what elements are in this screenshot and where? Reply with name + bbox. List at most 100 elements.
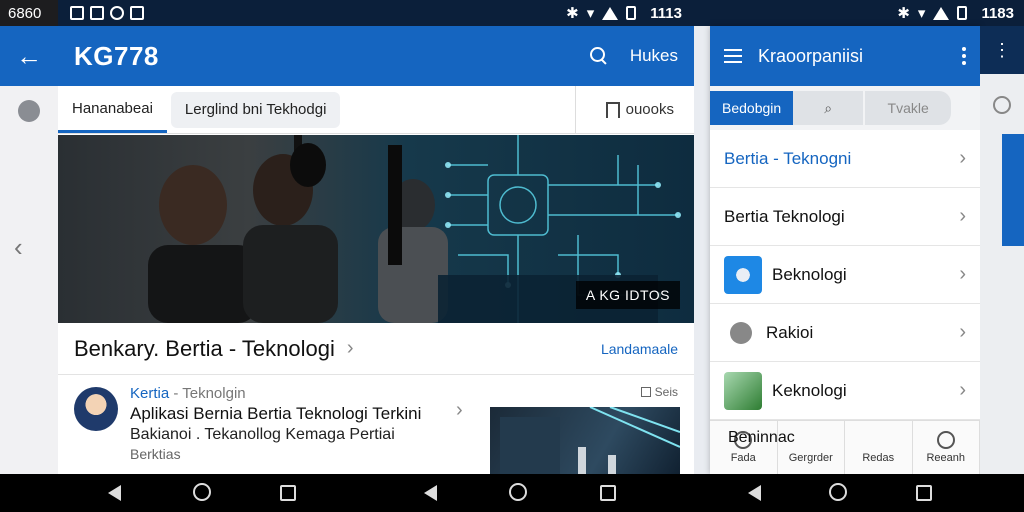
status-time: 1113 xyxy=(650,4,682,22)
screen: 6860 ✱ ▾ 1113 ✱ ▾ 1183 ← ‹ KG778 Hukes H… xyxy=(0,0,1024,512)
arrow-left-icon: ← xyxy=(16,40,42,71)
tab-hananabeai[interactable]: Hananabeai xyxy=(58,86,167,133)
article-subtitle: Bakianoi . Tekanollog Kemaga Pertiai xyxy=(130,426,395,444)
chevron-right-icon: › xyxy=(959,379,966,401)
chevron-right-icon: › xyxy=(456,399,463,421)
nav-recents-icon[interactable] xyxy=(600,485,616,501)
app-bar-action-button[interactable]: Hukes xyxy=(630,46,678,66)
nav-icon xyxy=(936,431,955,449)
nav-back-icon[interactable] xyxy=(748,485,761,501)
right-title: Kraoorpaniisi xyxy=(758,45,864,66)
app-bar-actions: Hukes xyxy=(589,46,678,66)
chevron-right-icon: › xyxy=(959,321,966,343)
search-icon[interactable] xyxy=(589,47,608,65)
status-bar-main: ✱ ▾ 1113 xyxy=(58,0,694,26)
avatar[interactable] xyxy=(18,100,40,122)
nav-recents-icon[interactable] xyxy=(916,485,932,501)
bottom-nav-label: Fada xyxy=(730,452,756,464)
wifi-icon: ▾ xyxy=(586,5,595,22)
status-time-right: 1183 xyxy=(981,4,1014,22)
edge-card xyxy=(1002,134,1024,246)
far-right-pane: ⋮ xyxy=(980,26,1024,474)
app-thumbnail xyxy=(724,255,762,294)
status-left-label: 6860 xyxy=(8,4,42,22)
list-item[interactable]: Rakioi › xyxy=(710,304,980,362)
article-body: Kertia - Teknolgin Aplikasi Bernia Berti… xyxy=(130,385,460,465)
list-item[interactable]: Bertia Teknologi › xyxy=(710,188,980,246)
bottom-nav-label: Gergrder xyxy=(788,452,833,464)
nav-recents-icon[interactable] xyxy=(280,485,296,501)
nav-home-icon[interactable] xyxy=(509,483,527,501)
article-meta: Seis xyxy=(640,385,678,399)
tab-lerglind[interactable]: Lerglind bni Tekhodgi xyxy=(170,91,341,128)
article-meta-label: Seis xyxy=(654,385,678,399)
battery-icon xyxy=(957,6,968,20)
list-item-label: Keknologi xyxy=(772,380,847,400)
list-item-label: Beknologi xyxy=(772,264,847,284)
tab-bar: Hananabeai Lerglind bni Tekhodgi ouooks xyxy=(58,86,694,134)
notification-icon xyxy=(130,6,144,20)
status-indicators-right: ✱ ▾ 1183 xyxy=(897,4,1014,23)
section-link[interactable]: Landamaale xyxy=(601,341,678,357)
signal-icon xyxy=(602,6,619,20)
status-bar-right: ✱ ▾ 1183 xyxy=(694,0,1024,26)
notification-icon xyxy=(70,6,84,20)
bottom-nav-label: Redas xyxy=(862,452,895,464)
tab-bedobgin[interactable]: Bedobgin xyxy=(710,91,794,125)
hero-image[interactable]: A KG IDTOS xyxy=(58,135,694,323)
status-bar-left: 6860 xyxy=(0,0,58,26)
bottom-nav-label: Reeanh xyxy=(926,452,966,464)
article-category: Kertia - Teknolgin xyxy=(130,385,460,402)
wifi-icon: ▾ xyxy=(917,5,926,22)
back-button[interactable]: ← xyxy=(0,26,58,86)
settings-icon[interactable] xyxy=(993,96,1011,114)
save-icon xyxy=(640,387,651,397)
list-item-label: Rakioi xyxy=(766,322,814,342)
system-nav-bar xyxy=(0,474,1024,512)
chevron-left-icon[interactable]: ‹ xyxy=(14,232,23,263)
list-item[interactable]: Beknologi › xyxy=(710,246,980,304)
tab-tvakle[interactable]: Tvakle xyxy=(865,91,952,125)
nav-home-icon[interactable] xyxy=(193,483,211,501)
status-indicators: ✱ ▾ 1113 xyxy=(566,4,682,23)
section-title: Benkary. Bertia - Teknologi xyxy=(74,335,335,361)
search-icon: ⌕ xyxy=(824,99,833,116)
list-item[interactable]: Keknologi › xyxy=(710,362,980,420)
more-vert-icon[interactable]: ⋮ xyxy=(980,26,1024,74)
article-card[interactable]: Kertia - Teknolgin Aplikasi Bernia Berti… xyxy=(58,375,694,474)
bottom-overlay-label: Beninnac xyxy=(728,429,795,446)
section-header[interactable]: Benkary. Bertia - Teknologi › Landamaale xyxy=(58,323,694,375)
bottom-nav-reeanh[interactable]: Reeanh xyxy=(913,421,980,474)
bluetooth-icon: ✱ xyxy=(897,5,910,22)
notification-icon xyxy=(110,6,124,20)
bookmark-icon xyxy=(605,101,620,118)
app-title: KG778 xyxy=(74,40,159,71)
nav-back-icon[interactable] xyxy=(108,485,121,501)
nav-home-icon[interactable] xyxy=(829,483,847,501)
person-thumbnail xyxy=(724,371,762,410)
menu-icon[interactable] xyxy=(724,49,742,63)
notification-icon xyxy=(90,6,104,20)
right-panel: Kraoorpaniisi Bedobgin ⌕ Tvakle Bertia -… xyxy=(710,26,980,474)
right-tab-bar: Bedobgin ⌕ Tvakle xyxy=(710,86,980,130)
chevron-right-icon: › xyxy=(346,337,354,359)
article-category-label: Kertia xyxy=(130,385,170,402)
list-item[interactable]: Bertia - Teknogni › xyxy=(710,130,980,188)
chevron-right-icon: › xyxy=(959,147,966,169)
search-tab[interactable]: ⌕ xyxy=(793,91,864,125)
article-thumbnail[interactable] xyxy=(490,407,680,474)
notification-icons xyxy=(70,6,144,20)
more-vert-icon[interactable] xyxy=(962,47,966,65)
nav-back-icon[interactable] xyxy=(424,485,437,501)
bottom-nav-redas[interactable]: Redas xyxy=(845,421,913,474)
article-title: Aplikasi Bernia Bertia Teknologi Terkini xyxy=(130,404,422,423)
left-pane: ← ‹ xyxy=(0,26,58,474)
main-panel: KG778 Hukes Hananabeai Lerglind bni Tekh… xyxy=(58,26,694,474)
bookmarks-label: ouooks xyxy=(625,101,674,118)
article-category-sub: - Teknolgin xyxy=(173,385,246,402)
list-item-label: Bertia Teknologi xyxy=(724,206,845,226)
bottom-navigation: Fada Gergrder Redas Reeanh Beninnac xyxy=(710,420,980,474)
hero-badge: A KG IDTOS xyxy=(575,281,680,309)
article-avatar xyxy=(74,387,118,431)
bookmarks-button[interactable]: ouooks xyxy=(574,86,694,133)
